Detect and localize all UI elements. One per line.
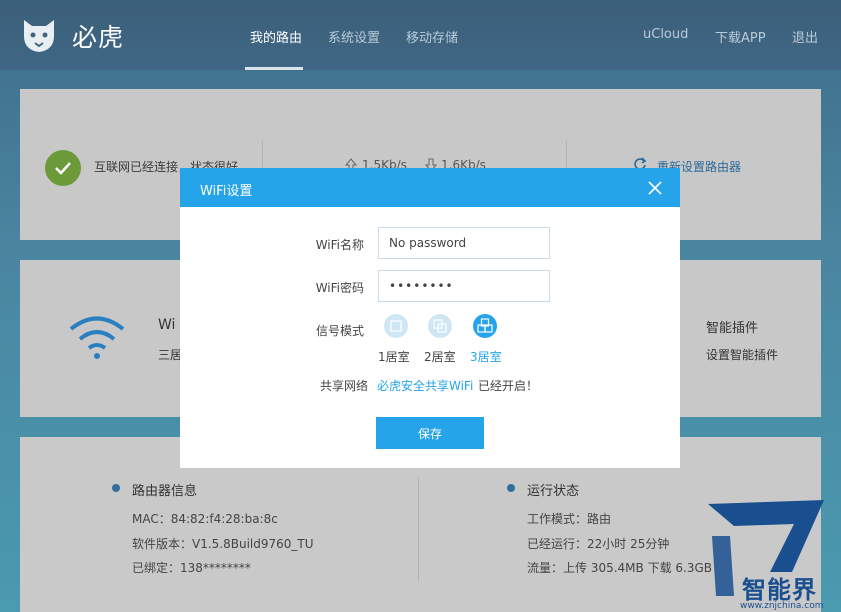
mode-3-room-icon[interactable] (473, 314, 497, 338)
watermark-text: 智能界 (742, 576, 817, 604)
mode-2-room-label[interactable]: 2居室 (424, 348, 456, 365)
connected-check-icon (45, 150, 81, 186)
close-icon[interactable] (646, 179, 664, 197)
uptime: 已经运行：22小时 25分钟 (527, 537, 670, 551)
mode-1-room-icon[interactable] (384, 314, 408, 338)
bullet-icon (507, 484, 515, 492)
wifi-title: Wi (158, 317, 176, 333)
nav-ucloud[interactable]: uCloud (643, 27, 688, 42)
nav-active-indicator (245, 67, 303, 70)
run-status-title: 运行状态 (527, 484, 580, 499)
divider (418, 478, 419, 582)
wifi-name-label: WiFi名称 (315, 238, 364, 252)
mode-2-room-icon[interactable] (428, 314, 452, 338)
router-bound: 已绑定：138******** (132, 561, 251, 575)
nav-logout[interactable]: 退出 (792, 27, 818, 46)
save-button[interactable]: 保存 (376, 417, 484, 449)
dialog-header: WiFi设置 (180, 168, 680, 207)
nav-system-settings[interactable]: 系统设置 (328, 27, 380, 46)
wifi-subtitle: 三居 (158, 348, 183, 362)
share-status-text: 已经开启！ (478, 379, 539, 393)
nav-mobile-storage[interactable]: 移动存储 (406, 27, 458, 46)
smart-plugin-title[interactable]: 智能插件 (706, 317, 758, 336)
traffic: 流量：上传 305.4MB 下载 6.3GB (527, 561, 712, 575)
mode-3-room-label[interactable]: 3居室 (470, 348, 502, 365)
router-mac: MAC：84:82:f4:28:ba:8c (132, 512, 278, 526)
tiger-logo-icon (24, 20, 54, 52)
mode-1-room-label[interactable]: 1居室 (378, 348, 410, 365)
nav-download-app[interactable]: 下载APP (715, 27, 766, 46)
smart-plugin-subtitle[interactable]: 设置智能插件 (706, 346, 778, 363)
brand-name: 必虎 (72, 23, 125, 52)
wifi-password-label: WiFi密码 (315, 281, 364, 295)
wifi-icon[interactable] (68, 314, 126, 362)
nav-my-router[interactable]: 我的路由 (250, 27, 302, 46)
wifi-password-input[interactable] (378, 270, 550, 302)
bullet-icon (112, 484, 120, 492)
share-wifi-link[interactable]: 必虎安全共享WiFi (377, 377, 473, 394)
share-network-label: 共享网络 (319, 379, 368, 393)
signal-mode-label: 信号模式 (315, 324, 364, 338)
dialog-title: WiFi设置 (200, 184, 253, 199)
top-header: 必虎 我的路由 系统设置 移动存储 uCloud 下载APP 退出 (0, 0, 841, 70)
wifi-name-input[interactable] (378, 227, 550, 259)
router-info-title: 路由器信息 (132, 484, 198, 499)
watermark-url: www.znjchina.com (740, 601, 824, 611)
router-version: 软件版本：V1.5.8Build9760_TU (132, 537, 314, 551)
wifi-settings-dialog: WiFi设置 WiFi名称 WiFi密码 信号模式 1居室 2居室 3居室 共享… (180, 168, 680, 468)
work-mode: 工作模式：路由 (527, 512, 612, 526)
